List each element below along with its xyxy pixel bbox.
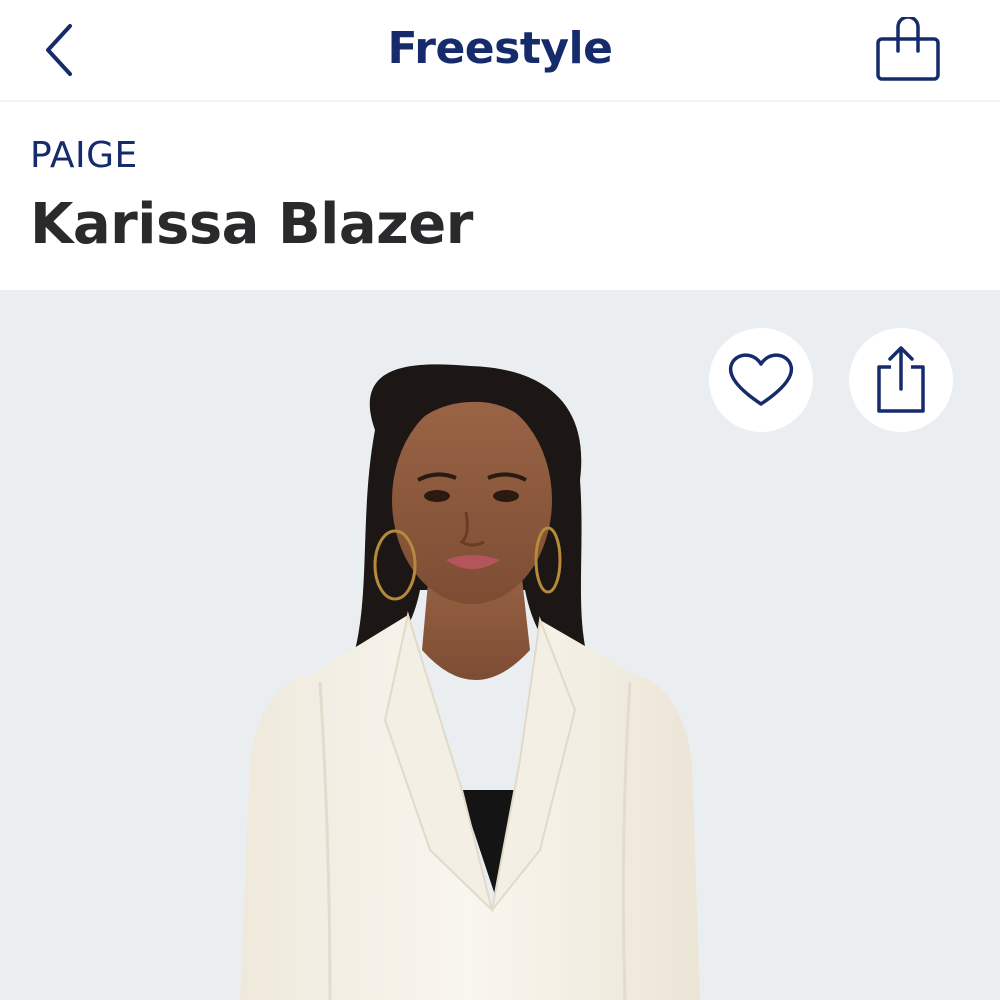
share-button[interactable] <box>849 328 953 432</box>
page-title: Freestyle <box>387 23 613 74</box>
product-detail-screen: Freestyle PAIGE Karissa Blazer <box>0 0 1000 1000</box>
product-photo <box>240 364 700 1000</box>
top-nav-bar: Freestyle <box>0 0 1000 102</box>
heart-icon <box>728 353 794 406</box>
product-image-carousel[interactable] <box>0 290 1000 1000</box>
product-name: Karissa Blazer <box>30 192 473 257</box>
favorite-button[interactable] <box>709 328 813 432</box>
shopping-bag-button[interactable] <box>868 10 948 90</box>
product-header: PAIGE Karissa Blazer <box>0 102 1000 290</box>
brand-link[interactable]: PAIGE <box>30 134 138 178</box>
shopping-bag-icon <box>876 17 940 81</box>
share-icon <box>877 346 925 413</box>
